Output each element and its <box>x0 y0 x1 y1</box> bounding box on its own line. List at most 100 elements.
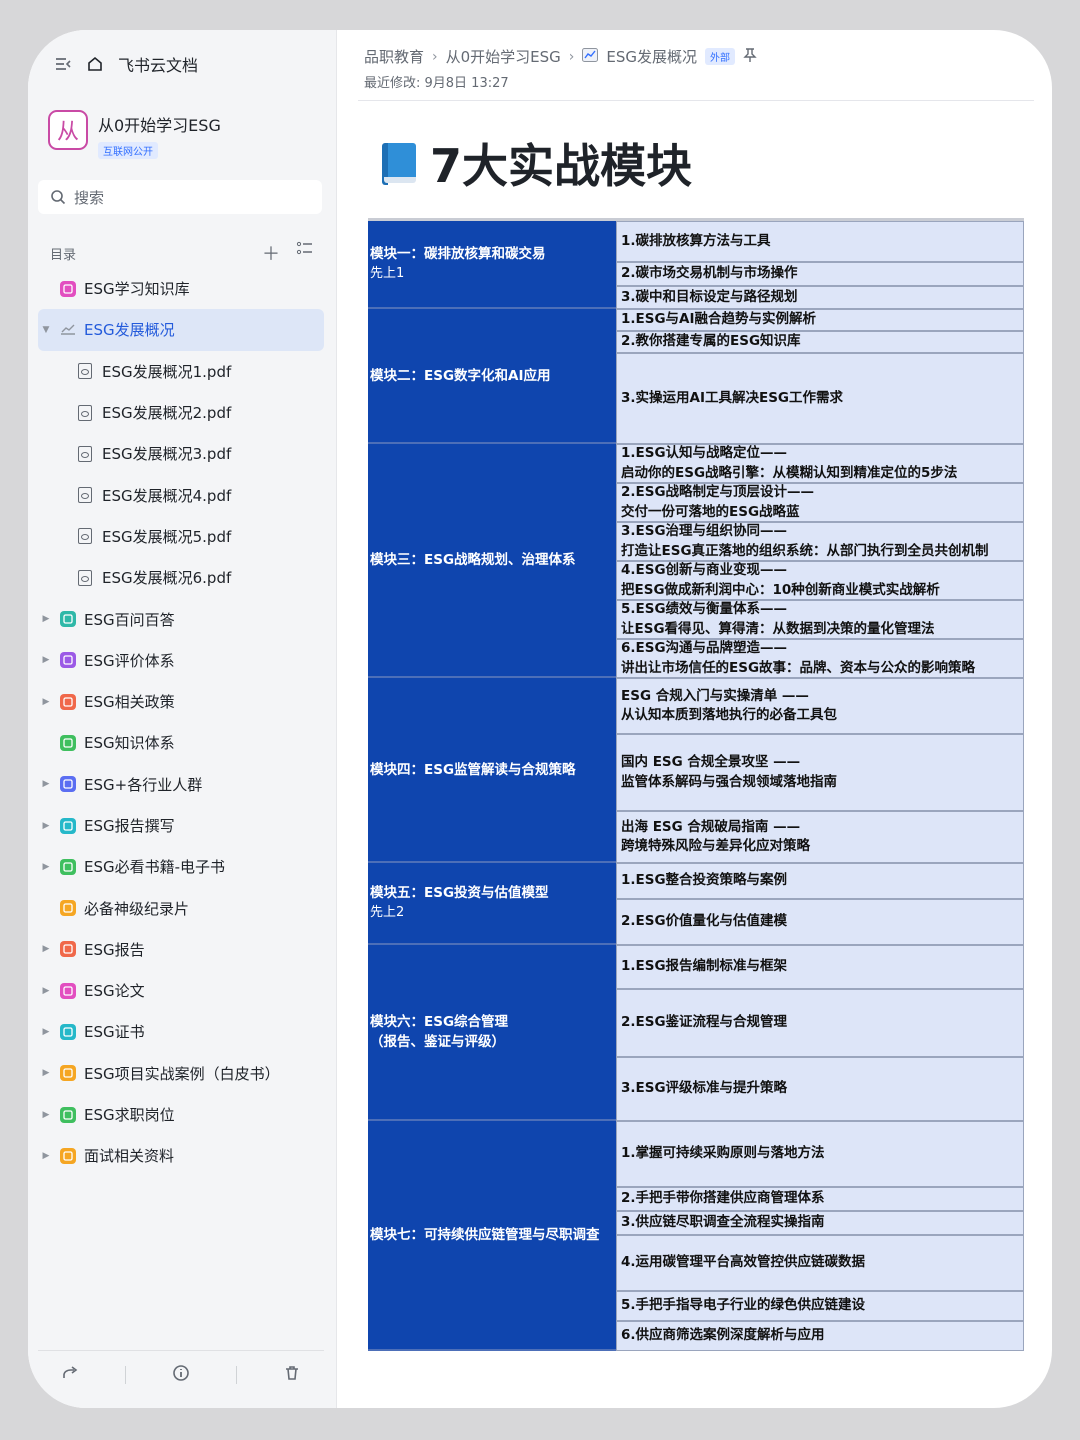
lesson-text: 2.教你搭建专属的ESG知识库 <box>621 333 801 350</box>
sidebar-item[interactable]: ▶ ESG相关政策 <box>38 681 324 722</box>
chevron-right-icon[interactable]: ▶ <box>38 944 54 954</box>
lesson-cell: 1.ESG整合投资策略与案例 <box>616 863 1024 899</box>
chevron-right-icon[interactable]: ▶ <box>38 986 54 996</box>
doc-icon <box>60 1023 76 1040</box>
doc-icon <box>60 1106 76 1123</box>
sidebar-item-label: ESG论文 <box>84 982 145 1001</box>
breadcrumb-current[interactable]: ESG发展概况 <box>606 46 697 67</box>
sidebar-item-label: ESG项目实战案例（白皮书） <box>84 1064 280 1083</box>
sidebar-item[interactable]: ▶ ESG百问百答 <box>38 598 324 639</box>
chevron-right-icon[interactable]: ▶ <box>38 821 54 831</box>
sidebar-item[interactable]: ESG发展概况2.pdf <box>38 392 324 433</box>
share-icon[interactable] <box>61 1364 79 1387</box>
module-name: 模块七：可持续供应链管理与尽职调查 <box>370 1227 600 1243</box>
sidebar-item[interactable]: ▶ ESG项目实战案例（白皮书） <box>38 1053 324 1094</box>
sidebar-item-label: ESG发展概况4.pdf <box>102 486 232 505</box>
module-title-cell: 模块一：碳排放核算和碳交易 先上1 <box>368 221 616 309</box>
doc-icon <box>60 280 76 297</box>
sidebar-item[interactable]: ▼ ESG发展概况 <box>38 309 324 351</box>
pin-icon[interactable] <box>743 47 757 67</box>
sidebar-item[interactable]: ESG发展概况4.pdf <box>38 474 324 515</box>
lesson-text: 1.ESG认知与战略定位—— <box>621 445 788 461</box>
doc-icon <box>60 776 76 793</box>
chart-doc-icon <box>582 47 599 66</box>
doc-icon <box>60 1065 76 1082</box>
lesson-cell: 3.供应链尽职调查全流程实操指南 <box>616 1211 1024 1235</box>
module-subtitle: （报告、鉴证与评级） <box>370 1034 505 1050</box>
lesson-cell: 1.ESG认知与战略定位—— 启动你的ESG战略引擎：从模糊认知到精准定位的5步法 <box>616 444 1024 483</box>
sidebar-item[interactable]: ESG发展概况1.pdf <box>38 351 324 392</box>
module-name: 模块六：ESG综合管理 <box>370 1014 509 1030</box>
knowledge-space[interactable]: 从 从0开始学习ESG 互联网公开 <box>48 110 221 159</box>
search-placeholder: 搜索 <box>74 188 105 207</box>
chevron-right-icon[interactable]: ▶ <box>38 614 54 624</box>
lesson-text: ESG 合规入门与实操清单 —— <box>621 687 809 704</box>
lesson-text: 启动你的ESG战略引擎：从模糊认知到精准定位的5步法 <box>621 464 958 481</box>
sidebar-item[interactable]: ▶ ESG报告 <box>38 929 324 970</box>
sidebar-item[interactable]: ▶ ESG评价体系 <box>38 640 324 681</box>
search-icon <box>51 190 66 205</box>
lesson-cell: 5.ESG绩效与衡量体系—— 让ESG看得见、算得清：从数据到决策的量化管理法 <box>616 600 1024 639</box>
lesson-cell: 3.实操运用AI工具解决ESG工作需求 <box>616 353 1024 444</box>
lesson-text: 监管体系解码与强合规领域落地指南 <box>621 773 837 790</box>
doc-icon <box>60 817 76 834</box>
sidebar-item-label: ESG+各行业人群 <box>84 775 203 794</box>
breadcrumb-item[interactable]: 从0开始学习ESG <box>446 46 561 67</box>
app-name[interactable]: 飞书云文档 <box>118 52 198 76</box>
pdf-file-icon <box>78 528 92 545</box>
module-note: 先上1 <box>370 266 405 281</box>
sidebar-item-label: 面试相关资料 <box>84 1147 175 1166</box>
pdf-file-icon <box>78 363 92 380</box>
sidebar-item[interactable]: ESG知识体系 <box>38 722 324 763</box>
lesson-cell: 2.教你搭建专属的ESG知识库 <box>616 331 1024 353</box>
sidebar-item[interactable]: ESG发展概况5.pdf <box>38 516 324 557</box>
lesson-cell: 1.ESG与AI融合趋势与实例解析 <box>616 309 1024 331</box>
sidebar-item[interactable]: ESG发展概况3.pdf <box>38 433 324 474</box>
module-title-cell: 模块五：ESG投资与估值模型 先上2 <box>368 863 616 945</box>
trash-icon[interactable] <box>283 1364 301 1387</box>
sidebar-item[interactable]: ▶ ESG必看书籍-电子书 <box>38 846 324 887</box>
chevron-right-icon[interactable]: ▶ <box>38 1151 54 1161</box>
sidebar-item[interactable]: 必备神级纪录片 <box>38 887 324 928</box>
chevron-right-icon[interactable]: ▶ <box>38 1027 54 1037</box>
divider <box>125 1366 126 1384</box>
sidebar-item[interactable]: ▶ ESG求职岗位 <box>38 1094 324 1135</box>
doc-icon <box>60 900 76 917</box>
lesson-cell: 1.碳排放核算方法与工具 <box>616 221 1024 262</box>
chevron-right-icon[interactable]: ▶ <box>38 862 54 872</box>
search-box[interactable]: 搜索 <box>38 180 322 214</box>
sidebar-item[interactable]: ▶ ESG+各行业人群 <box>38 764 324 805</box>
sidebar-item[interactable]: ▶ 面试相关资料 <box>38 1135 324 1176</box>
chevron-right-icon[interactable]: ▶ <box>38 655 54 665</box>
sidebar-item[interactable]: ▶ ESG报告撰写 <box>38 805 324 846</box>
collapse-sidebar-icon[interactable] <box>54 56 72 72</box>
module-name: 模块三：ESG战略规划、治理体系 <box>370 552 576 568</box>
chevron-right-icon[interactable]: ▶ <box>38 697 54 707</box>
doc-icon <box>60 858 76 875</box>
chart-doc-icon <box>60 322 76 338</box>
lesson-cell: 2.ESG价值量化与估值建模 <box>616 899 1024 945</box>
lesson-text: 3.碳中和目标设定与路径规划 <box>621 288 798 305</box>
chevron-down-icon[interactable]: ▼ <box>38 325 54 335</box>
sidebar-item[interactable]: ▶ ESG论文 <box>38 970 324 1011</box>
chevron-right-icon[interactable]: ▶ <box>38 779 54 789</box>
add-icon[interactable]: ＋ <box>262 240 280 266</box>
sidebar-item[interactable]: ▶ ESG证书 <box>38 1011 324 1052</box>
chevron-right-icon[interactable]: ▶ <box>38 1110 54 1120</box>
sidebar-item[interactable]: ESG发展概况6.pdf <box>38 557 324 598</box>
sidebar-item-label: ESG评价体系 <box>84 651 175 670</box>
info-icon[interactable] <box>172 1364 190 1387</box>
list-settings-icon[interactable] <box>296 240 314 266</box>
module-name: 模块五：ESG投资与估值模型 <box>370 885 549 901</box>
pdf-file-icon <box>78 487 92 504</box>
lesson-text: 出海 ESG 合规破局指南 —— <box>621 818 801 835</box>
sidebar-item-label: ESG发展概况6.pdf <box>102 569 232 588</box>
chevron-right-icon[interactable]: ▶ <box>38 1068 54 1078</box>
doc-icon <box>60 693 76 710</box>
lesson-text: 2.ESG鉴证流程与合规管理 <box>621 1014 788 1031</box>
sidebar-item-label: ESG发展概况2.pdf <box>102 404 232 423</box>
sidebar-item[interactable]: ESG学习知识库 <box>38 268 324 309</box>
home-icon[interactable] <box>86 55 104 73</box>
sidebar-item-label: 必备神级纪录片 <box>84 899 190 918</box>
breadcrumb-item[interactable]: 品职教育 <box>364 46 424 67</box>
